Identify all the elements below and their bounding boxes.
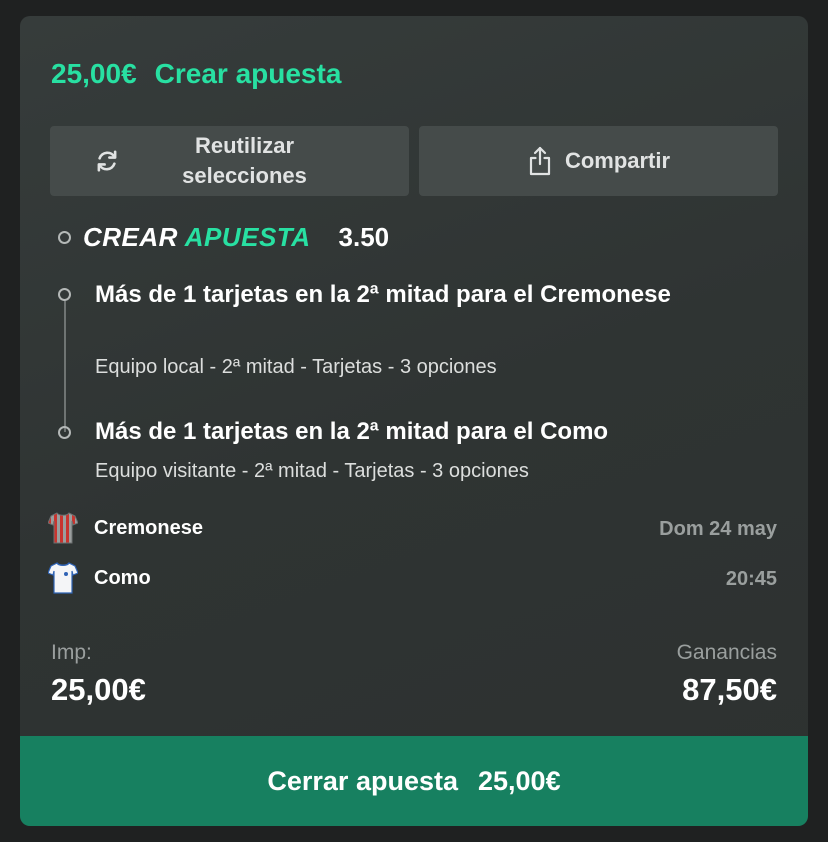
home-team-row: Cremonese — [48, 512, 203, 544]
header-title: Crear apuesta — [154, 58, 342, 89]
stake-value: 25,00€ — [51, 672, 146, 707]
cashout-amount: 25,00€ — [478, 765, 561, 796]
reuse-selections-button[interactable]: Reutilizar selecciones — [50, 126, 409, 196]
share-button[interactable]: Compartir — [419, 126, 778, 196]
betbuilder-logo: CREAR APUESTA — [83, 222, 311, 253]
timeline-line — [64, 301, 66, 432]
winnings-value: 87,50€ — [682, 672, 777, 707]
share-label: Compartir — [564, 148, 671, 173]
selection-subtitle: Equipo visitante - 2ª mitad - Tarjetas -… — [95, 460, 529, 482]
betbuilder-odds: 3.50 — [338, 222, 390, 252]
betbuilder-word-1: CREAR — [83, 222, 178, 252]
betbuilder-dot — [58, 231, 71, 244]
selection-dot — [58, 426, 71, 439]
match-date: Dom 24 may — [659, 518, 777, 540]
white-shirt-icon — [48, 562, 78, 594]
stake-label: Imp: — [51, 641, 92, 664]
cashout-label: Cerrar apuesta — [267, 765, 458, 796]
cashout-button[interactable]: Cerrar apuesta 25,00€ — [20, 736, 808, 826]
bet-card: 25,00€ Crear apuesta Reutilizar seleccio… — [20, 16, 808, 826]
bet-header: 25,00€ Crear apuesta — [51, 58, 341, 90]
selection-title: Más de 1 tarjetas en la 2ª mitad para el… — [95, 281, 671, 308]
winnings-label: Ganancias — [676, 641, 777, 664]
away-team-name: Como — [94, 566, 151, 589]
selection-dot — [58, 288, 71, 301]
share-icon — [527, 146, 553, 176]
striped-shirt-icon — [48, 512, 78, 544]
betbuilder-row: CREAR APUESTA 3.50 — [58, 222, 389, 253]
away-team-row: Como — [48, 562, 151, 594]
selection-subtitle: Equipo local - 2ª mitad - Tarjetas - 3 o… — [95, 356, 497, 378]
header-amount: 25,00€ — [51, 58, 137, 89]
match-time: 20:45 — [725, 568, 777, 590]
home-team-name: Cremonese — [94, 516, 203, 539]
selection-title: Más de 1 tarjetas en la 2ª mitad para el… — [95, 418, 609, 445]
refresh-icon — [94, 148, 120, 180]
reuse-selections-label: Reutilizar selecciones — [182, 133, 307, 188]
betbuilder-word-2: APUESTA — [184, 222, 311, 252]
